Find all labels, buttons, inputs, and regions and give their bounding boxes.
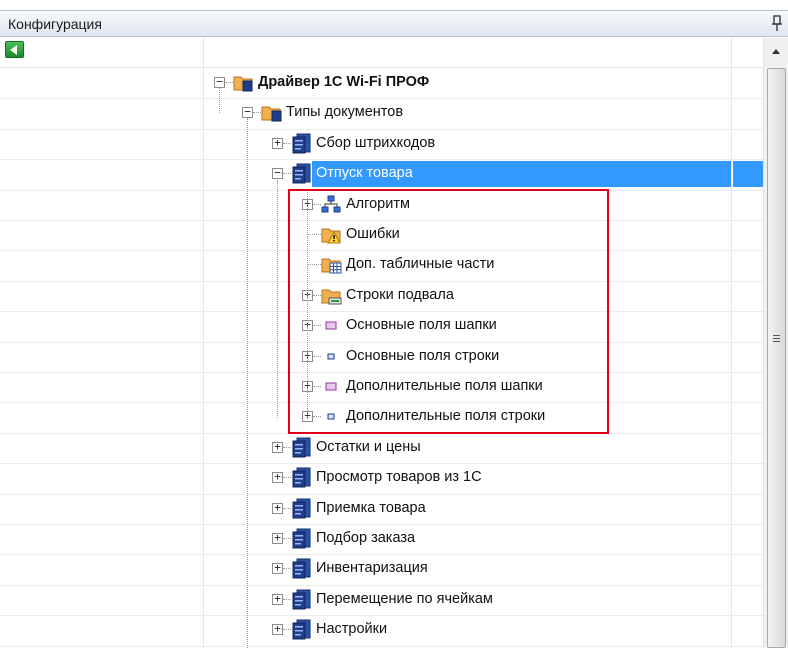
pin-icon[interactable] bbox=[770, 15, 784, 32]
expand-icon[interactable]: + bbox=[272, 502, 283, 514]
tree-item-label: Сбор штрихкодов bbox=[316, 134, 436, 151]
expand-icon[interactable]: + bbox=[272, 593, 283, 605]
tree-node-priemka[interactable]: + Приемка товара bbox=[0, 494, 763, 524]
doc-types-folder-icon bbox=[260, 101, 282, 123]
document-icon bbox=[290, 618, 312, 640]
panel-title: Конфигурация bbox=[8, 16, 102, 32]
tree-node-sbor[interactable]: + Сбор штрихкодов bbox=[0, 129, 763, 159]
document-icon bbox=[290, 132, 312, 154]
document-icon bbox=[290, 588, 312, 610]
document-icon bbox=[290, 162, 312, 184]
collapse-icon[interactable]: − bbox=[242, 106, 253, 119]
scrollbar-thumb[interactable] bbox=[767, 68, 786, 648]
panel-titlebar: Конфигурация bbox=[0, 10, 788, 37]
tree-node-podbor[interactable]: + Подбор заказа bbox=[0, 524, 763, 554]
tree-guide-line bbox=[277, 179, 278, 418]
tree-node-root[interactable]: − Драйвер 1С Wi-Fi ПРОФ bbox=[0, 68, 763, 98]
grip-line bbox=[773, 335, 780, 336]
document-icon bbox=[290, 497, 312, 519]
tree-node-doc-types[interactable]: − Типы документов bbox=[0, 98, 763, 128]
tree-guide-line bbox=[247, 118, 248, 648]
expand-icon[interactable]: + bbox=[272, 441, 283, 453]
expand-icon[interactable]: + bbox=[272, 623, 283, 636]
tree-item-label: Подбор заказа bbox=[316, 530, 416, 546]
collapse-icon[interactable]: − bbox=[214, 76, 225, 88]
grip-line bbox=[773, 338, 780, 339]
tree-node-nastroiki[interactable]: + Настройки bbox=[0, 615, 763, 645]
tree-item-label: Приемка товара bbox=[316, 499, 426, 516]
tree-node-peremesh[interactable]: + Перемещение по ячейкам bbox=[0, 585, 763, 615]
expand-icon[interactable]: + bbox=[272, 562, 283, 575]
tree-item-label: Отпуск товара bbox=[316, 165, 413, 182]
configuration-panel: Конфигурация − Драйвер 1С Wi-Fi ПРОФ − Типы… bbox=[0, 0, 788, 648]
scroll-up-arrow-icon[interactable] bbox=[772, 49, 780, 54]
expand-icon[interactable]: + bbox=[272, 137, 283, 149]
grip-line bbox=[773, 341, 780, 342]
tree-item-label: Перемещение по ячейкам bbox=[316, 590, 493, 607]
highlight-frame bbox=[288, 189, 609, 434]
tree-node-invent[interactable]: + Инвентаризация bbox=[0, 554, 763, 584]
selection-highlight-tail bbox=[733, 161, 763, 188]
expand-icon[interactable]: + bbox=[272, 532, 283, 544]
configuration-icon bbox=[232, 71, 254, 93]
tree-item-label: Типы документов bbox=[286, 104, 404, 121]
tree-item-label: Остатки и цены bbox=[316, 438, 421, 455]
back-button[interactable] bbox=[5, 41, 24, 58]
tree-node-prosmotr[interactable]: + Просмотр товаров из 1С bbox=[0, 463, 763, 493]
document-icon bbox=[290, 466, 312, 488]
tree-node-ostatki[interactable]: + Остатки и цены bbox=[0, 433, 763, 463]
tree-guide-line bbox=[219, 88, 220, 114]
tree-item-label: Инвентаризация bbox=[316, 560, 428, 577]
document-icon bbox=[290, 527, 312, 549]
expand-icon[interactable]: + bbox=[272, 471, 283, 484]
document-icon bbox=[290, 557, 312, 579]
tree-item-label: Настройки bbox=[316, 621, 388, 638]
tree-item-label: Просмотр товаров из 1С bbox=[316, 469, 482, 486]
collapse-icon[interactable]: − bbox=[272, 167, 283, 180]
document-icon bbox=[290, 436, 312, 458]
row-separator bbox=[0, 645, 763, 647]
tree-node-otpusk[interactable]: − Отпуск товара bbox=[0, 159, 763, 189]
tree-item-label: Драйвер 1С Wi-Fi ПРОФ bbox=[258, 74, 430, 90]
vertical-scrollbar[interactable] bbox=[763, 38, 788, 648]
tree-toolbar bbox=[0, 38, 763, 68]
